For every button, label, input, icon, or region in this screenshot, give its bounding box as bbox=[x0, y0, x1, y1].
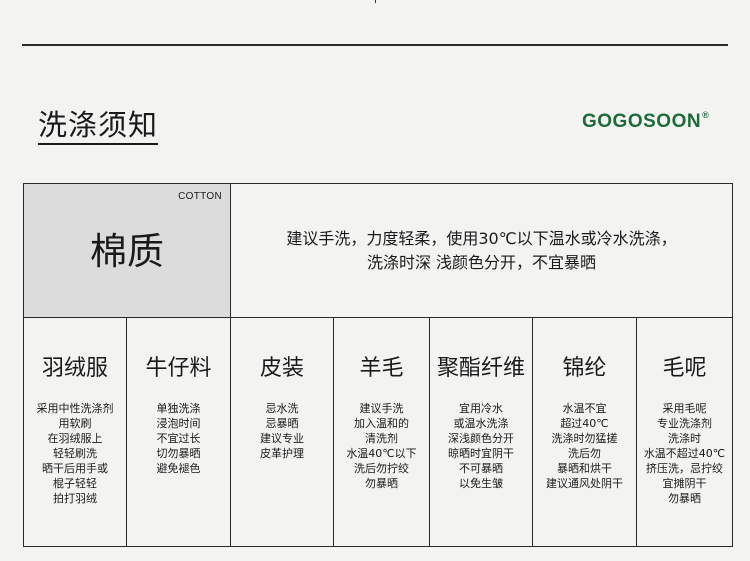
fabric-name: 牛仔料 bbox=[145, 356, 212, 381]
instruction-line: 挤压洗，忌拧绞 bbox=[646, 462, 723, 475]
instruction-line: 采用中性洗涤剂 bbox=[36, 402, 114, 415]
fabric-instructions: 忌水洗 忌暴晒 建议专业 皮革护理 bbox=[231, 401, 333, 461]
fabric-row: 羽绒服 采用中性洗涤剂 用软刷 在羽绒服上 轻轻刷洗 晒干后用手或 棍子轻轻 拍… bbox=[24, 318, 732, 546]
fabric-name: 聚酯纤维 bbox=[436, 356, 525, 381]
instruction-line: 或温水洗涤 bbox=[453, 417, 509, 430]
cotton-description: 建议手洗，力度轻柔，使用30℃以下温水或冷水洗涤， 洗涤时深 浅颜色分开，不宜暴… bbox=[231, 184, 732, 318]
instruction-line: 以免生皱 bbox=[459, 477, 503, 490]
fabric-column-polyester: 聚酯纤维 宜用冷水 或温水洗涤 深浅颜色分开 晾晒时宜阴干 不可暴晒 以免生皱 bbox=[430, 318, 533, 546]
instruction-line: 轻轻刷洗 bbox=[53, 447, 97, 460]
instruction-line: 深浅颜色分开 bbox=[448, 432, 514, 445]
page-title: 洗涤须知 bbox=[38, 107, 159, 145]
instruction-line: 宜摊阴干 bbox=[662, 477, 707, 490]
fabric-instructions: 宜用冷水 或温水洗涤 深浅颜色分开 晾晒时宜阴干 不可暴晒 以免生皱 bbox=[430, 401, 532, 491]
instruction-line: 忌水洗 bbox=[265, 402, 299, 415]
instruction-line: 棍子轻轻 bbox=[53, 477, 97, 490]
fabric-column-wool: 羊毛 建议手洗 加入温和的 清洗剂 水温40℃以下 洗后勿拧绞 勿暴晒 bbox=[334, 318, 430, 546]
fabric-name: 毛呢 bbox=[662, 356, 707, 381]
top-tick-mark bbox=[375, 0, 376, 3]
instruction-line: 建议通风处阴干 bbox=[546, 477, 623, 490]
fabric-instructions: 建议手洗 加入温和的 清洗剂 水温40℃以下 洗后勿拧绞 勿暴晒 bbox=[334, 401, 429, 491]
instruction-line: 建议专业 bbox=[260, 432, 304, 445]
instruction-line: 加入温和的 bbox=[354, 417, 409, 430]
instruction-line: 超过40℃ bbox=[560, 417, 609, 430]
instruction-line: 晾晒时宜阴干 bbox=[448, 447, 514, 460]
instruction-line: 勿暴晒 bbox=[365, 477, 398, 490]
instruction-line: 水温不宜 bbox=[562, 402, 607, 415]
fabric-instructions: 采用毛呢 专业洗涤剂 洗涤时 水温不超过40℃ 挤压洗，忌拧绞 宜摊阴干 勿暴晒 bbox=[637, 401, 732, 506]
instruction-line: 水温不超过40℃ bbox=[643, 447, 726, 460]
instruction-line: 拍打羽绒 bbox=[53, 492, 97, 505]
instruction-line: 晒干后用手或 bbox=[42, 462, 108, 475]
instruction-line: 切勿暴晒 bbox=[156, 447, 201, 460]
instruction-line: 建议手洗 bbox=[359, 402, 404, 415]
instruction-line: 在羽绒服上 bbox=[47, 432, 103, 445]
cotton-label-zh: 棉质 bbox=[90, 230, 164, 273]
fabric-column-nylon: 锦纶 水温不宜 超过40℃ 洗涤时勿猛搓 洗后勿 暴晒和烘干 建议通风处阴干 bbox=[533, 318, 637, 546]
fabric-instructions: 单独洗涤 浸泡时间 不宜过长 切勿暴晒 避免褪色 bbox=[127, 401, 230, 476]
brand-logo: GOGOSOON® bbox=[582, 110, 709, 133]
cotton-label-cell: COTTON 棉质 bbox=[24, 184, 231, 318]
cotton-label-en: COTTON bbox=[178, 191, 222, 202]
instruction-line: 专业洗涤剂 bbox=[657, 417, 712, 430]
brand-name: GOGOSOON bbox=[582, 111, 702, 132]
instruction-line: 采用毛呢 bbox=[662, 402, 707, 415]
cotton-desc-line: 洗涤时深 浅颜色分开，不宜暴晒 bbox=[366, 252, 597, 272]
top-divider bbox=[22, 44, 728, 46]
instruction-line: 洗涤时勿猛搓 bbox=[551, 432, 618, 445]
fabric-name: 锦纶 bbox=[562, 356, 607, 381]
cotton-desc-line: 建议手洗，力度轻柔，使用30℃以下温水或冷水洗涤， bbox=[286, 228, 677, 248]
instruction-line: 浸泡时间 bbox=[156, 417, 201, 430]
instruction-line: 洗后勿拧绞 bbox=[354, 462, 409, 475]
instruction-line: 洗涤时 bbox=[668, 432, 701, 445]
instruction-line: 不宜过长 bbox=[156, 432, 201, 445]
registered-mark: ® bbox=[702, 110, 710, 120]
fabric-column-denim: 牛仔料 单独洗涤 浸泡时间 不宜过长 切勿暴晒 避免褪色 bbox=[127, 318, 231, 546]
instruction-line: 暴晒和烘干 bbox=[557, 462, 612, 475]
instruction-line: 宜用冷水 bbox=[459, 402, 503, 415]
instruction-line: 勿暴晒 bbox=[668, 492, 701, 505]
fabric-name: 皮装 bbox=[259, 356, 304, 381]
fabric-instructions: 采用中性洗涤剂 用软刷 在羽绒服上 轻轻刷洗 晒干后用手或 棍子轻轻 拍打羽绒 bbox=[24, 401, 126, 506]
instruction-line: 不可暴晒 bbox=[459, 462, 503, 475]
instruction-line: 避免褪色 bbox=[156, 462, 201, 475]
instruction-line: 水温40℃以下 bbox=[346, 447, 417, 460]
instruction-line: 忌暴晒 bbox=[265, 417, 299, 430]
fabric-column-leather: 皮装 忌水洗 忌暴晒 建议专业 皮革护理 bbox=[231, 318, 334, 546]
instruction-line: 皮革护理 bbox=[260, 447, 304, 460]
fabric-column-woolen: 毛呢 采用毛呢 专业洗涤剂 洗涤时 水温不超过40℃ 挤压洗，忌拧绞 宜摊阴干 … bbox=[637, 318, 732, 546]
fabric-column-down: 羽绒服 采用中性洗涤剂 用软刷 在羽绒服上 轻轻刷洗 晒干后用手或 棍子轻轻 拍… bbox=[24, 318, 127, 546]
fabric-name: 羊毛 bbox=[359, 356, 404, 381]
instruction-line: 洗后勿 bbox=[568, 447, 601, 460]
instruction-line: 清洗剂 bbox=[365, 432, 398, 445]
care-table: COTTON 棉质 建议手洗，力度轻柔，使用30℃以下温水或冷水洗涤， 洗涤时深… bbox=[23, 183, 733, 547]
instruction-line: 用软刷 bbox=[58, 417, 92, 430]
instruction-line: 单独洗涤 bbox=[156, 402, 201, 415]
fabric-name: 羽绒服 bbox=[41, 356, 108, 381]
fabric-instructions: 水温不宜 超过40℃ 洗涤时勿猛搓 洗后勿 暴晒和烘干 建议通风处阴干 bbox=[533, 401, 636, 491]
